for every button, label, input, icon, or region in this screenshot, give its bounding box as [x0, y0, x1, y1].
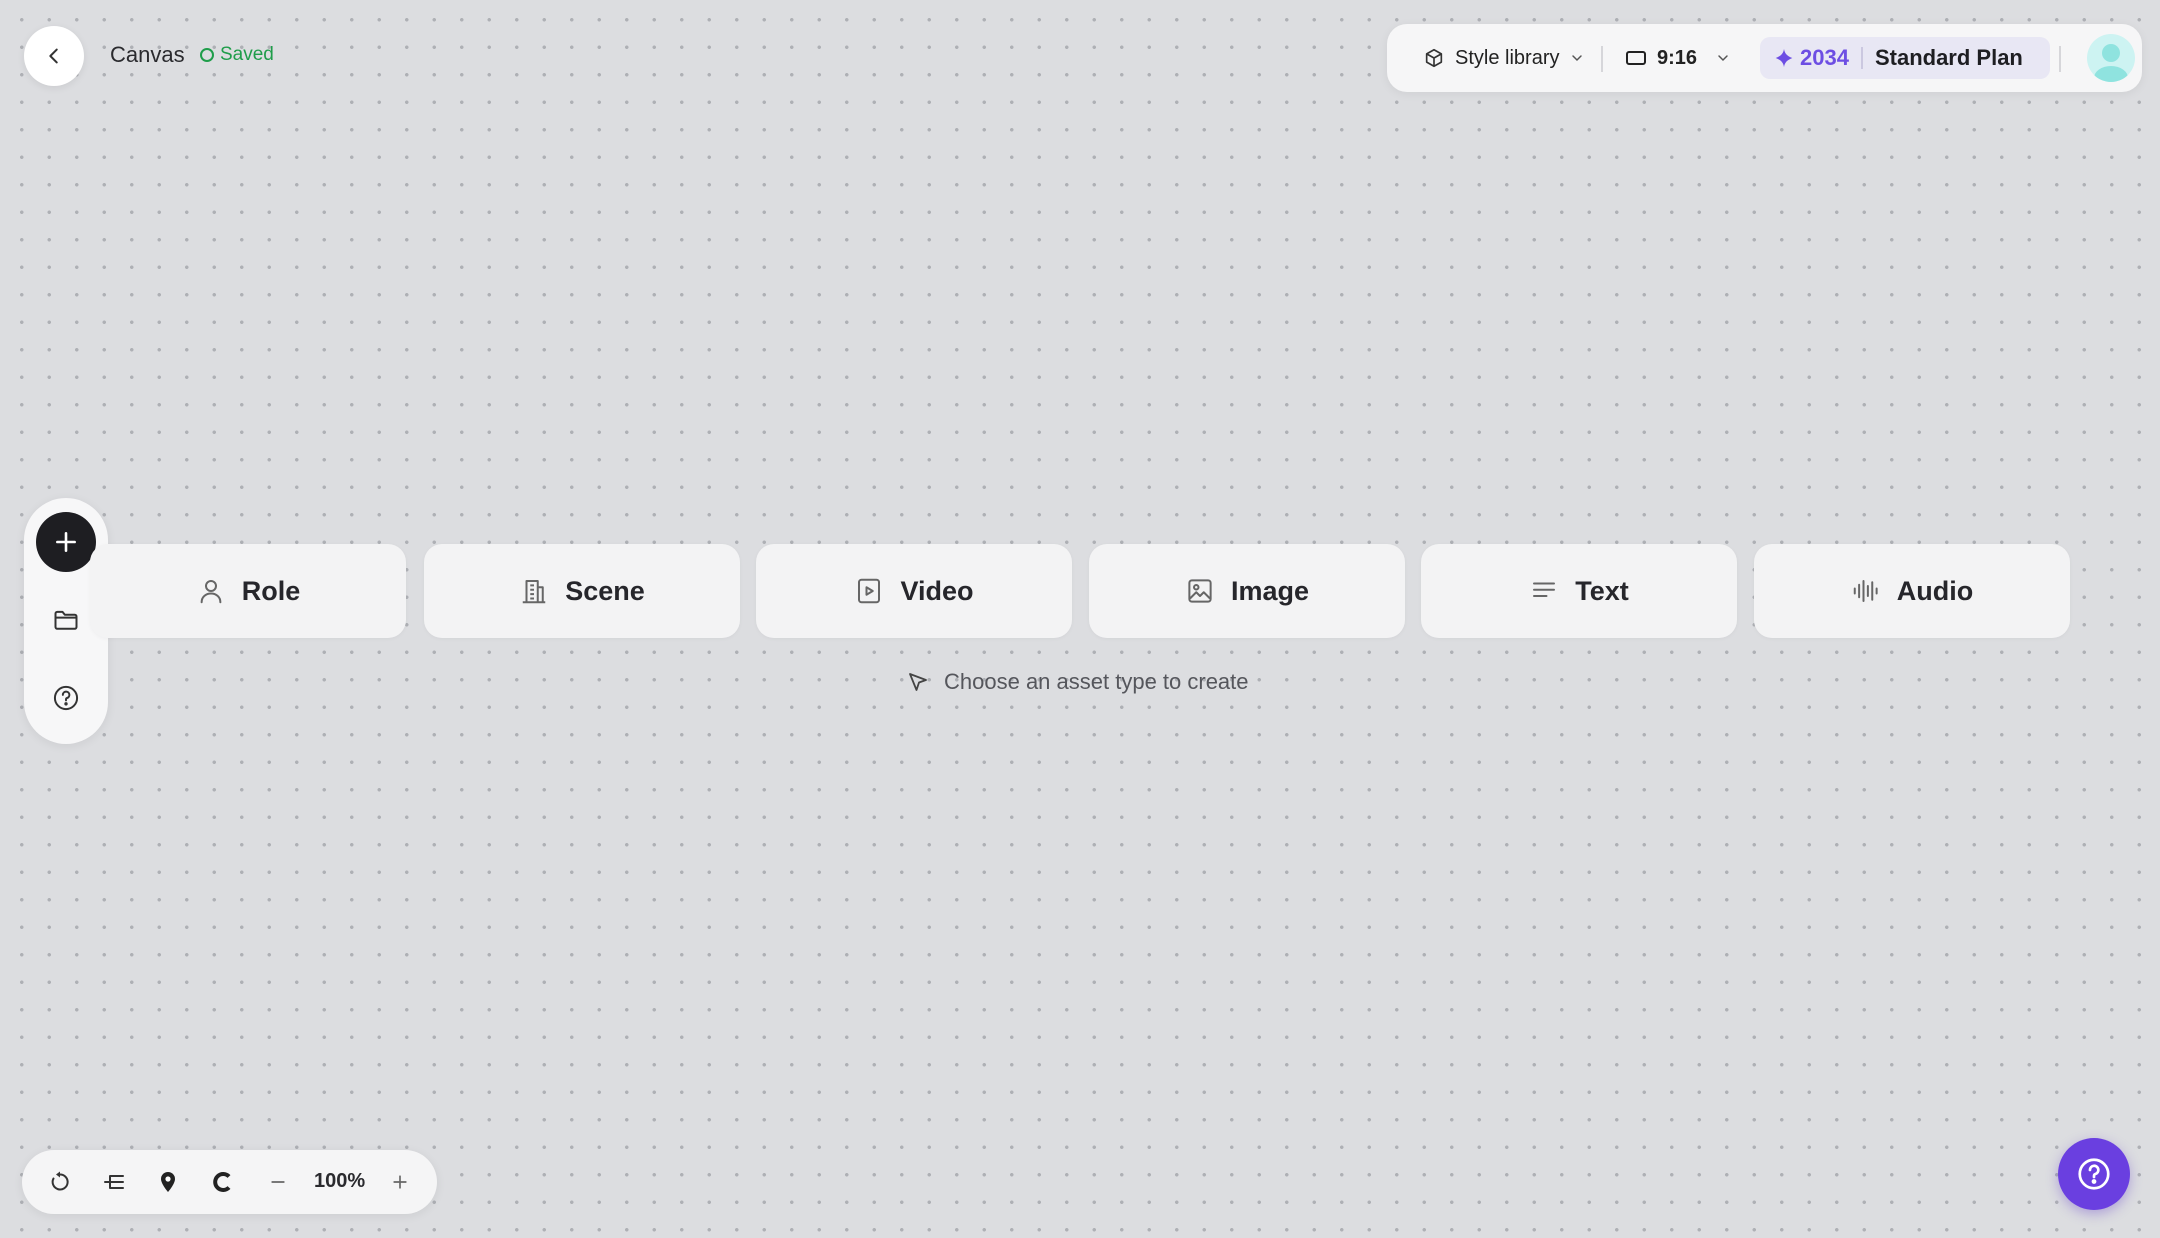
credits-count: 2034 — [1774, 45, 1849, 71]
asset-card-audio[interactable]: Audio — [1754, 544, 2070, 638]
style-library-button[interactable]: Style library — [1423, 24, 1585, 92]
asset-card-label: Text — [1575, 575, 1629, 606]
aspect-ratio-icon — [1625, 50, 1647, 66]
avatar[interactable] — [2087, 34, 2135, 82]
folder-icon — [52, 606, 80, 634]
rotate-icon — [48, 1170, 72, 1194]
aspect-ratio-select[interactable]: 9:16 — [1625, 24, 1731, 92]
add-button[interactable] — [36, 512, 96, 572]
aspect-ratio-value: 9:16 — [1657, 46, 1698, 69]
asset-card-label: Role — [241, 575, 301, 606]
plan-name: Standard Plan — [1874, 45, 2023, 70]
text-lines-icon — [1529, 576, 1559, 606]
magnet-icon — [210, 1170, 234, 1194]
back-button[interactable] — [24, 26, 84, 86]
help-button[interactable] — [48, 680, 84, 716]
question-circle-icon — [52, 684, 80, 712]
chevron-left-icon — [43, 45, 65, 67]
image-icon — [1185, 576, 1215, 606]
user-icon — [196, 576, 226, 606]
cube-icon — [1423, 47, 1445, 69]
location-pin-icon — [156, 1170, 180, 1194]
minus-icon — [268, 1172, 288, 1192]
zoom-out-button[interactable] — [262, 1166, 294, 1198]
asset-card-label: Audio — [1896, 575, 1974, 606]
help-fab-button[interactable] — [2058, 1138, 2130, 1210]
save-status-label: Saved — [220, 44, 274, 65]
plus-icon — [390, 1172, 410, 1192]
asset-card-video[interactable]: Video — [756, 544, 1072, 638]
auto-layout-button[interactable] — [98, 1166, 130, 1198]
asset-card-role[interactable]: Role — [90, 544, 406, 638]
asset-card-scene[interactable]: Scene — [424, 544, 740, 638]
canvas-controls: 100% — [22, 1150, 437, 1214]
locate-button[interactable] — [152, 1166, 184, 1198]
style-library-label: Style library — [1455, 46, 1560, 69]
plan-badge[interactable]: 2034 Standard Plan — [1760, 37, 2050, 79]
saved-indicator-icon — [200, 48, 214, 62]
waveform-icon — [1851, 576, 1881, 606]
chevron-down-icon — [1569, 50, 1585, 66]
chevron-down-icon — [1715, 50, 1731, 66]
play-square-icon — [854, 576, 884, 606]
tree-layout-icon — [102, 1170, 126, 1194]
save-status: Saved — [200, 40, 274, 70]
cursor-arrow-icon — [906, 670, 930, 694]
credits-value: 2034 — [1800, 45, 1849, 70]
zoom-in-button[interactable] — [384, 1166, 416, 1198]
asset-card-label: Image — [1230, 575, 1310, 606]
question-circle-icon — [2076, 1156, 2112, 1192]
zoom-level: 100% — [314, 1170, 366, 1192]
snap-toggle-button[interactable] — [206, 1166, 238, 1198]
asset-card-text[interactable]: Text — [1421, 544, 1737, 638]
page-title: Canvas — [110, 42, 185, 67]
toolbar-divider — [1601, 46, 1603, 72]
asset-card-image[interactable]: Image — [1089, 544, 1405, 638]
reset-view-button[interactable] — [44, 1166, 76, 1198]
building-icon — [519, 576, 549, 606]
hint-text: Choose an asset type to create — [944, 669, 1249, 694]
plus-icon — [53, 529, 79, 555]
sparkle-icon — [1774, 48, 1794, 68]
create-hint: Choose an asset type to create — [906, 666, 1249, 698]
assets-folder-button[interactable] — [48, 602, 84, 638]
toolbar-divider — [2059, 46, 2061, 72]
plan-divider — [1860, 47, 1863, 69]
asset-card-label: Video — [900, 575, 974, 606]
asset-card-label: Scene — [565, 575, 645, 606]
top-toolbar: Style library 9:16 2034 Standard Plan — [1387, 24, 2142, 92]
